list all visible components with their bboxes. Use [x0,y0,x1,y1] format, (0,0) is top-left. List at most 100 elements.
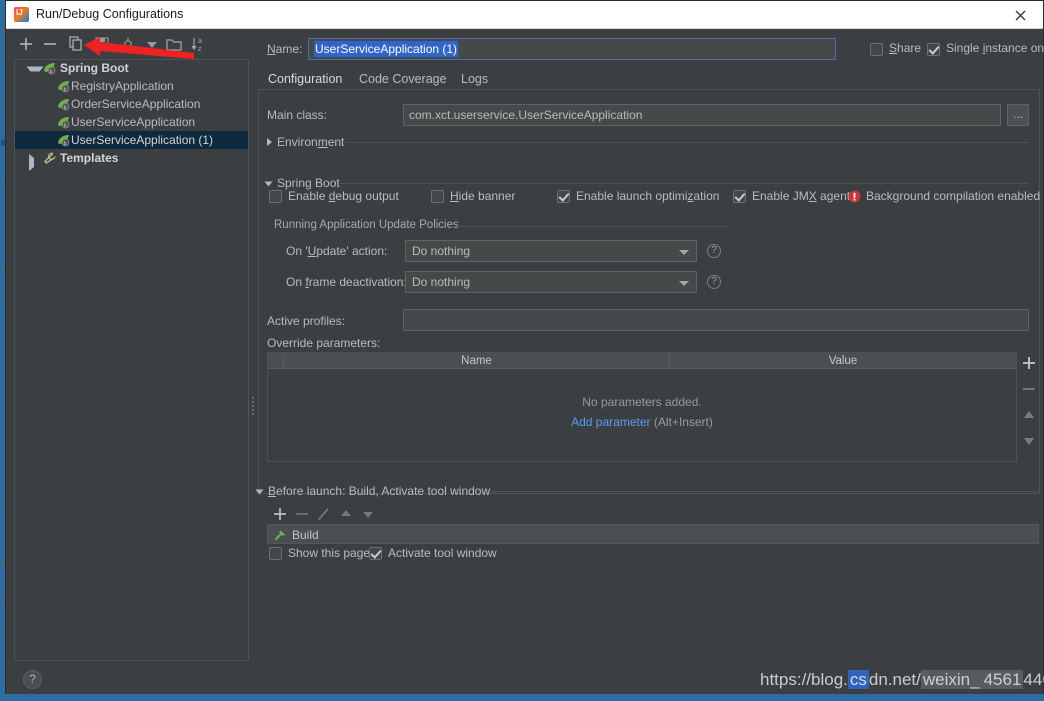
enable-launch-optimization-checkbox[interactable] [557,190,570,203]
chevron-down-icon[interactable] [255,489,264,495]
on-frame-deactivation-select[interactable]: Do nothing [405,271,697,293]
single-instance-label[interactable]: Single instance only [946,41,1044,55]
sort-configurations-button[interactable]: a z [188,34,208,54]
main-class-input[interactable]: com.xct.userservice.UserServiceApplicati… [403,104,1001,126]
before-launch-task-list[interactable]: Build [267,524,1039,544]
add-configuration-button[interactable] [16,34,36,54]
hide-banner-label[interactable]: Hide banner [450,189,515,203]
override-parameters-table: Name Value No parameters added. Add para… [267,352,1017,462]
edit-templates-button[interactable] [118,34,138,54]
create-folder-button[interactable] [164,34,184,54]
remove-parameter-button[interactable] [1018,378,1040,400]
collapse-arrow-icon[interactable] [29,154,43,171]
tree-node-userserviceapplication-1[interactable]: b UserServiceApplication (1) [15,131,248,149]
before-launch-remove-button[interactable] [292,504,312,524]
tab-code-coverage[interactable]: Code Coverage [359,70,447,89]
spring-boot-section-header[interactable]: Spring Boot [264,176,1029,190]
before-launch-move-down-button[interactable] [358,504,378,524]
single-instance-checkbox[interactable] [927,43,940,56]
save-configuration-icon [95,37,109,51]
before-launch-edit-button[interactable] [314,504,334,524]
activate-tool-window-checkbox[interactable] [369,547,382,560]
before-launch-add-button[interactable] [270,504,290,524]
screen-root: Run/Debug Configurations [0,0,1044,701]
edit-templates-icon [124,38,132,50]
tree-node-registryapplication[interactable]: b RegistryApplication [15,77,248,95]
on-update-action-value: Do nothing [412,244,471,258]
remove-configuration-button[interactable] [40,34,60,54]
configurations-toolbar: a z [16,34,246,56]
table-header-name[interactable]: Name [284,353,670,369]
move-down-icon [363,512,373,518]
watermark-part2: cs [847,670,869,689]
show-this-page-label[interactable]: Show this page [288,546,370,560]
svg-text:b: b [64,123,67,129]
chevron-down-icon [679,250,689,255]
tab-logs[interactable]: Logs [461,70,488,89]
add-parameter-link[interactable]: Add parameter [571,415,650,429]
table-header-value[interactable]: Value [670,353,1016,369]
override-parameters-label: Override parameters: [267,336,381,350]
add-parameter-hint: (Alt+Insert) [653,415,713,429]
panel-splitter[interactable] [249,59,257,661]
tree-node-label: RegistryApplication [71,79,174,93]
share-label[interactable]: Share [889,41,921,55]
move-down-icon [1024,438,1034,445]
before-launch-move-up-button[interactable] [336,504,356,524]
build-hammer-icon [274,529,286,541]
error-icon [848,190,861,203]
wrench-icon [43,152,56,165]
activate-tool-window-label[interactable]: Activate tool window [388,546,497,560]
watermark-part5: 4561 [981,670,1024,689]
on-update-action-help-icon[interactable]: ? [707,244,721,258]
configurations-tree: b Spring Boot b RegistryApplication b Or… [15,59,248,171]
move-parameter-down-button[interactable] [1018,430,1040,452]
active-profiles-input[interactable] [403,309,1029,331]
move-up-icon [341,510,351,516]
configuration-editor-panel: Name: UserServiceApplication (1) Share S… [255,34,1044,664]
move-down-button[interactable] [142,34,162,54]
close-icon [1015,10,1026,21]
environment-section-header[interactable]: Environment [267,135,1029,149]
copy-configuration-button[interactable] [66,34,86,54]
move-up-icon [1024,411,1034,418]
tree-node-userserviceapplication[interactable]: b UserServiceApplication [15,113,248,131]
main-class-browse-button[interactable]: ... [1007,104,1029,126]
chevron-down-icon[interactable] [264,181,273,187]
show-this-page-checkbox[interactable] [269,547,282,560]
hide-banner-checkbox[interactable] [431,190,444,203]
intellij-idea-logo-icon [14,7,29,22]
enable-debug-output-checkbox[interactable] [269,190,282,203]
before-launch-section-header[interactable]: Before launch: Build, Activate tool wind… [255,484,1040,498]
add-icon [274,508,286,520]
name-input[interactable]: UserServiceApplication (1) [308,38,836,60]
help-button[interactable]: ? [23,670,42,689]
enable-debug-output-label[interactable]: Enable debug output [288,189,399,203]
tab-configuration[interactable]: Configuration [257,70,353,92]
chevron-right-icon[interactable] [267,138,272,146]
main-class-value: com.xct.userservice.UserServiceApplicati… [409,108,643,122]
dialog-title: Run/Debug Configurations [36,7,184,21]
watermark: https://blog.csdn.net/weixin_45614461 [760,670,1044,690]
run-debug-configurations-dialog: Run/Debug Configurations [5,0,1044,695]
table-add-parameter-row: Add parameter (Alt+Insert) [268,415,1016,429]
save-configuration-button[interactable] [92,34,112,54]
share-checkbox[interactable] [870,43,883,56]
sort-icon: a z [191,38,202,53]
enable-launch-optimization-label[interactable]: Enable launch optimization [576,189,719,203]
close-button[interactable] [999,1,1043,28]
main-class-label: Main class: [267,108,328,122]
ide-bottom-strip [0,694,1044,701]
enable-jmx-agent-label[interactable]: Enable JMX agent [752,189,850,203]
add-parameter-button[interactable] [1018,352,1040,374]
tree-node-spring-boot[interactable]: b Spring Boot [15,59,248,81]
on-frame-deactivation-help-icon[interactable]: ? [707,275,721,289]
tree-node-orderserviceapplication[interactable]: b OrderServiceApplication [15,95,248,113]
enable-jmx-agent-checkbox[interactable] [733,190,746,203]
on-update-action-select[interactable]: Do nothing [405,240,697,262]
move-parameter-up-button[interactable] [1018,404,1040,426]
watermark-part6: 4461 [1023,670,1044,689]
table-header-row: Name Value [268,353,1016,369]
update-policies-section-header: Running Application Update Policies [274,219,729,233]
tree-node-templates[interactable]: Templates [15,149,248,171]
